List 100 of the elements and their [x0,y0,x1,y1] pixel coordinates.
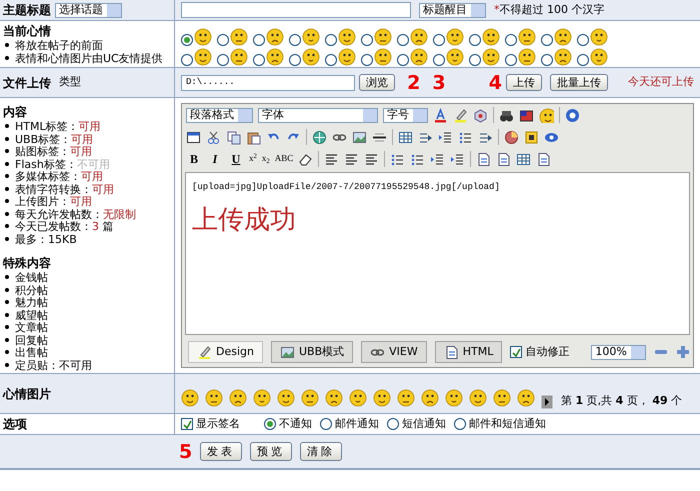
smiley-icon[interactable] [301,389,321,409]
mood-radio[interactable] [397,54,409,66]
smiley-icon[interactable] [445,389,465,409]
field-label: 主题标题 [3,2,51,19]
checkbox[interactable] [510,346,522,358]
smiley-icon[interactable] [469,389,489,409]
upload-button[interactable]: 上传 [506,74,542,91]
mood-radio[interactable] [469,34,481,46]
page-icon[interactable] [476,152,492,166]
smiley-icon[interactable] [277,389,297,409]
mood-radio[interactable] [469,54,481,66]
topic-select[interactable]: 选择话题 [55,2,122,18]
indent-icon[interactable] [450,152,466,166]
font-color-icon[interactable] [433,108,448,122]
action-button[interactable]: 预览 [250,442,292,461]
align-icon[interactable] [344,152,360,166]
page-icon[interactable] [496,152,512,166]
mood-radio[interactable] [217,34,229,46]
editor-area[interactable]: [upload=jpg]UploadFile/2007-7/20077195529548.jpg[/upload] 上传成功 [185,172,690,335]
smiley-icon[interactable] [373,389,393,409]
mood-radio[interactable] [505,34,517,46]
format-button[interactable]: U [228,150,244,168]
smiley-icon[interactable] [517,389,537,409]
radio-button[interactable] [320,418,332,430]
page-icon[interactable] [536,152,552,166]
browse-button[interactable]: 浏览 [359,74,396,91]
file-path-field[interactable]: D:\...... [181,74,356,90]
mood-radio[interactable] [577,34,589,46]
mood-radio[interactable] [289,34,301,46]
smiley-icon[interactable] [325,389,345,409]
smiley-icon[interactable] [205,389,225,409]
mood-radio[interactable] [217,54,229,66]
mood-radio[interactable] [433,34,445,46]
batch-upload-button[interactable]: 批量上传 [550,74,608,91]
section-label: 心情图片 [3,386,51,402]
mode-tab[interactable]: VIEW [361,340,427,364]
mood-radio[interactable] [397,34,409,46]
radio-label: 不通知 [279,416,312,432]
action-button[interactable]: 发表 [200,442,242,461]
flag-icon[interactable] [519,108,534,122]
window-icon[interactable] [186,130,201,144]
mode-tab[interactable]: HTML [434,340,502,364]
radio-button[interactable] [387,418,399,430]
mood-radio[interactable] [541,54,553,66]
font-select[interactable]: 字体 [258,108,378,122]
mood-radio[interactable] [325,54,337,66]
mood-radio[interactable] [181,34,193,46]
mood-radio[interactable] [289,54,301,66]
permission-text: Flash标签：不可用 [15,158,110,171]
zoom-select[interactable]: 100% [591,344,646,360]
eraser-icon[interactable] [298,152,314,166]
format-button[interactable]: I [207,150,223,168]
mood-radio[interactable] [361,54,373,66]
mood-radio[interactable] [253,54,265,66]
title-input[interactable] [181,2,411,18]
mode-tab[interactable]: Design [188,340,263,364]
mood-radio[interactable] [253,34,265,46]
paragraph-select[interactable]: 段落格式 [186,108,253,122]
align-icon[interactable] [324,152,340,166]
table-icon[interactable] [516,152,532,166]
plus-icon [676,345,690,359]
style-select[interactable]: 标题醒目 [419,2,486,18]
list-item-text: 金钱帖 [15,272,48,284]
smiley-icon[interactable] [181,389,201,409]
format-button[interactable]: ABC [274,152,294,166]
image-icon[interactable] [352,130,367,144]
format-button[interactable]: B [186,150,202,168]
table-icon[interactable] [398,130,413,144]
copy-icon[interactable] [226,130,241,144]
align-icon[interactable] [364,152,380,166]
smiley-icon[interactable] [349,389,369,409]
mood-radio[interactable] [181,54,193,66]
radio-button[interactable] [264,418,276,430]
checkbox[interactable] [181,418,193,430]
pie-icon[interactable] [504,130,519,144]
indent-icon[interactable] [438,130,453,144]
smiley-icon[interactable] [229,389,249,409]
indent-icon[interactable] [430,152,446,166]
mood-radio[interactable] [361,34,373,46]
highlighter-icon[interactable] [453,108,468,122]
mode-tab[interactable]: UBB模式 [270,340,354,364]
globe-icon[interactable] [312,130,327,144]
smiley-icon [338,28,356,46]
font-size-select[interactable]: 字号 [383,108,428,122]
mood-radio[interactable] [541,34,553,46]
smiley-icon[interactable] [253,389,273,409]
mood-radio[interactable] [433,54,445,66]
list-item-text: 魅力帖 [15,297,48,310]
format-button[interactable]: x$_{2}$ [262,152,270,166]
format-button[interactable]: x$^{2}$ [249,152,257,166]
smiley-icon[interactable] [397,389,417,409]
mood-radio[interactable] [325,34,337,46]
paste-icon[interactable] [246,130,261,144]
smiley-icon[interactable] [493,389,513,409]
radio-button[interactable] [454,418,466,430]
mood-radio[interactable] [505,54,517,66]
scissors-icon[interactable] [206,130,221,144]
smiley-icon[interactable] [421,389,441,409]
action-button[interactable]: 清除 [300,442,342,461]
mood-radio[interactable] [577,54,589,66]
